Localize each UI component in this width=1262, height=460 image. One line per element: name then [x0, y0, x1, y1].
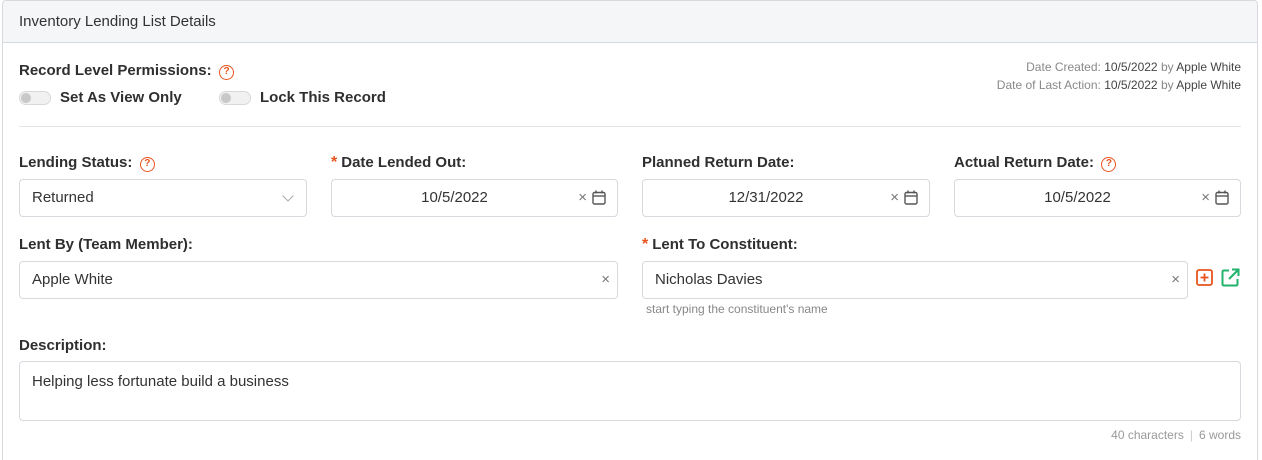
- view-only-control[interactable]: Set As View Only: [19, 89, 182, 107]
- date-lended-label: Date Lended Out:: [341, 154, 467, 171]
- description-counter: 40 characters | 6 words: [1111, 428, 1241, 442]
- clear-icon[interactable]: ×: [601, 271, 610, 288]
- description-label: Description:: [19, 337, 107, 354]
- lent-to-label: Lent To Constituent:: [652, 236, 798, 253]
- last-action-label: Date of Last Action:: [996, 78, 1101, 92]
- toggle-knob: [21, 92, 31, 103]
- clear-icon[interactable]: ×: [1171, 271, 1180, 288]
- actual-return-value: 10/5/2022: [1044, 189, 1111, 206]
- lock-record-control[interactable]: Lock This Record: [219, 89, 386, 107]
- section-divider: [19, 126, 1241, 127]
- clear-icon[interactable]: ×: [1201, 189, 1210, 206]
- lent-to-label-group: * Lent To Constituent:: [642, 236, 798, 254]
- date-lended-input[interactable]: 10/5/2022 ×: [331, 179, 618, 217]
- char-count: 40 characters: [1111, 428, 1184, 442]
- created-by-word: by: [1160, 60, 1174, 74]
- lending-status-label: Lending Status:: [19, 154, 133, 171]
- planned-return-value: 12/31/2022: [728, 189, 804, 206]
- planned-return-label-group: Planned Return Date:: [642, 154, 795, 172]
- actual-return-input[interactable]: 10/5/2022 ×: [954, 179, 1241, 217]
- calendar-icon[interactable]: [592, 190, 606, 205]
- calendar-icon[interactable]: [1215, 190, 1229, 205]
- chevron-down-icon: [282, 190, 294, 202]
- date-lended-label-group: * Date Lended Out:: [331, 154, 466, 172]
- lending-status-label-group: Lending Status: ?: [19, 154, 155, 172]
- planned-return-label: Planned Return Date:: [642, 154, 795, 171]
- lent-by-input[interactable]: Apple White ×: [19, 261, 618, 299]
- lent-to-hint: start typing the constituent's name: [646, 302, 828, 316]
- counter-separator: |: [1189, 428, 1193, 442]
- lent-by-value: Apple White: [32, 271, 113, 288]
- actual-return-label-group: Actual Return Date: ?: [954, 154, 1117, 172]
- panel-title: Inventory Lending List Details: [3, 1, 1257, 43]
- created-date: 10/5/2022: [1104, 60, 1158, 74]
- toggle-knob: [221, 92, 231, 103]
- add-constituent-icon[interactable]: [1196, 269, 1213, 286]
- lent-by-label: Lent By (Team Member):: [19, 236, 193, 253]
- permissions-label: Record Level Permissions:: [19, 62, 212, 79]
- lent-to-value: Nicholas Davies: [655, 271, 763, 288]
- lending-status-select[interactable]: Returned: [19, 179, 307, 217]
- description-label-group: Description:: [19, 337, 107, 355]
- lending-status-value: Returned: [32, 189, 94, 206]
- permissions-help-icon[interactable]: ?: [219, 65, 235, 80]
- actual-return-label: Actual Return Date:: [954, 154, 1095, 171]
- clear-icon[interactable]: ×: [890, 189, 899, 206]
- clear-icon[interactable]: ×: [578, 189, 587, 206]
- description-value: Helping less fortunate build a business: [32, 373, 289, 390]
- lending-status-help-icon[interactable]: ?: [139, 157, 155, 172]
- last-action-date: 10/5/2022: [1104, 78, 1158, 92]
- lock-record-toggle[interactable]: [219, 90, 251, 105]
- planned-return-input[interactable]: 12/31/2022 ×: [642, 179, 930, 217]
- created-by-name: Apple White: [1176, 60, 1241, 74]
- word-count: 6 words: [1198, 428, 1241, 442]
- created-label: Date Created:: [1026, 60, 1101, 74]
- view-only-label: Set As View Only: [60, 89, 182, 107]
- actual-return-help-icon[interactable]: ?: [1101, 157, 1117, 172]
- calendar-icon[interactable]: [904, 190, 918, 205]
- last-action-info: Date of Last Action: 10/5/2022 by Apple …: [997, 78, 1241, 92]
- lent-by-label-group: Lent By (Team Member):: [19, 236, 193, 254]
- last-action-by-word: by: [1160, 78, 1174, 92]
- lent-to-input[interactable]: Nicholas Davies ×: [642, 261, 1188, 299]
- date-created-info: Date Created: 10/5/2022 by Apple White: [1026, 60, 1241, 74]
- date-lended-value: 10/5/2022: [421, 189, 488, 206]
- required-asterisk: *: [331, 154, 338, 171]
- open-external-icon[interactable]: [1221, 268, 1240, 287]
- last-action-by-name: Apple White: [1176, 78, 1241, 92]
- lock-record-label: Lock This Record: [260, 89, 386, 107]
- required-asterisk: *: [642, 236, 649, 253]
- permissions-section: Record Level Permissions: ?: [19, 62, 235, 80]
- view-only-toggle[interactable]: [19, 90, 51, 105]
- description-textarea[interactable]: Helping less fortunate build a business: [19, 361, 1241, 421]
